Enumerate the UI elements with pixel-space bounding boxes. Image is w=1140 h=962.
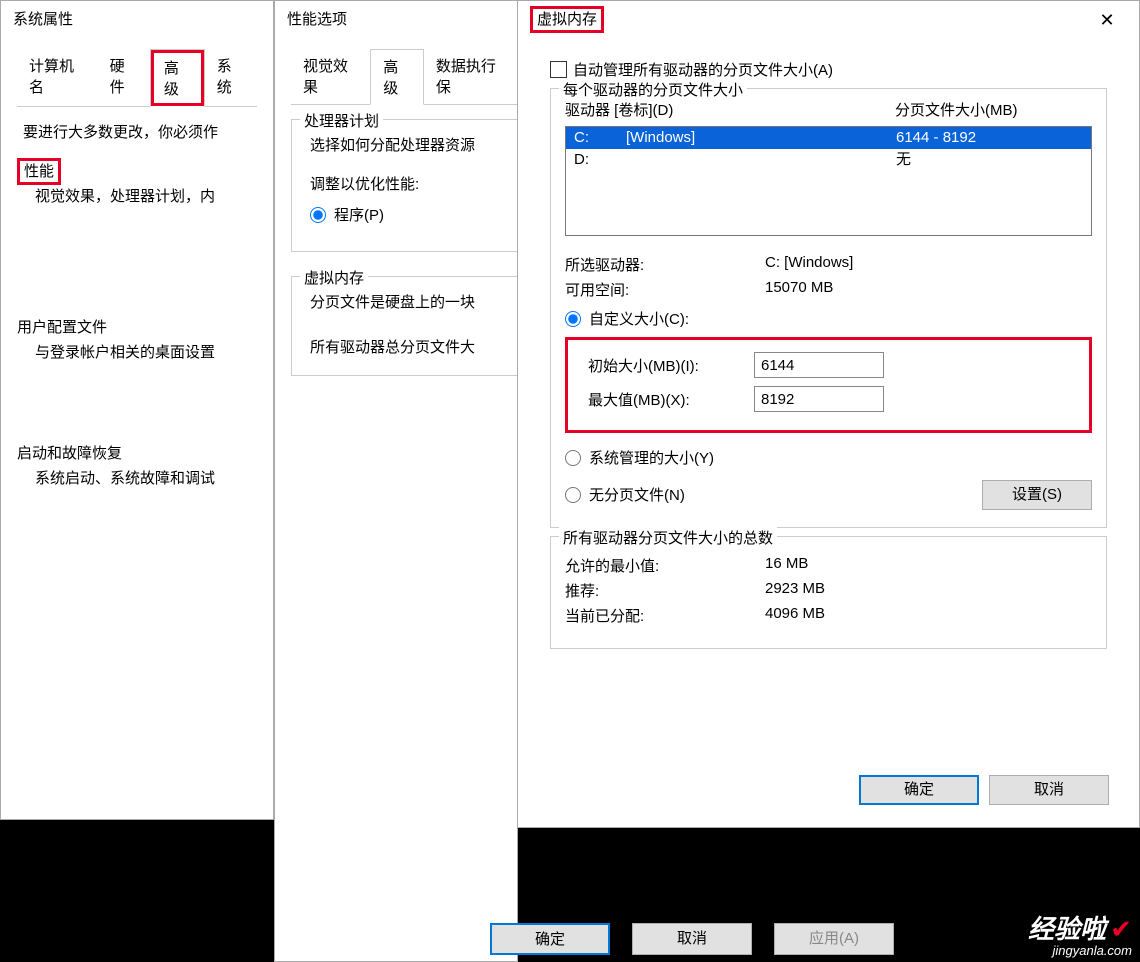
per-drive-legend: 每个驱动器的分页文件大小 xyxy=(559,79,747,100)
radio-custom[interactable]: 自定义大小(C): xyxy=(565,308,1092,329)
close-button[interactable]: ✕ xyxy=(1087,1,1127,39)
drive-letter: C: xyxy=(566,127,626,149)
tab-system[interactable]: 系统 xyxy=(205,49,257,106)
ok-button[interactable]: 确定 xyxy=(490,923,610,955)
radio-system[interactable]: 系统管理的大小(Y) xyxy=(565,447,1092,468)
max-size-label: 最大值(MB)(X): xyxy=(574,389,754,410)
drive-row-d[interactable]: D: 无 xyxy=(566,149,1091,171)
performance-section-title: 性能 xyxy=(17,158,61,185)
vm-section-title: 虚拟内存 xyxy=(300,267,368,288)
startup-desc: 系统启动、系统故障和调试 xyxy=(17,467,257,496)
cur-label: 当前已分配: xyxy=(565,605,765,626)
tabs: 视觉效果 高级 数据执行保 xyxy=(291,49,517,105)
initial-size-label: 初始大小(MB)(I): xyxy=(574,355,754,376)
auto-manage-label: 自动管理所有驱动器的分页文件大小(A) xyxy=(573,59,833,80)
drive-list[interactable]: C: [Windows] 6144 - 8192 D: 无 xyxy=(565,126,1092,236)
system-properties-dialog: 系统属性 计算机名 硬件 高级 系统 要进行大多数更改，你必须作 性能 视觉效果… xyxy=(0,0,274,820)
drive-letter: D: xyxy=(566,149,626,171)
selected-drive-label: 所选驱动器: xyxy=(565,254,765,275)
watermark: 经验啦 ✔ jingyanla.com xyxy=(1028,915,1132,958)
dialog-title-text: 虚拟内存 xyxy=(530,6,604,33)
vm-total-label: 所有驱动器总分页文件大 xyxy=(310,336,499,357)
radio-programs[interactable]: 程序(P) xyxy=(310,204,499,225)
col-drive-header: 驱动器 [卷标](D) xyxy=(565,99,895,120)
col-size-header: 分页文件大小(MB) xyxy=(895,99,1018,120)
drive-label xyxy=(626,149,896,171)
ok-button[interactable]: 确定 xyxy=(859,775,979,805)
dialog-title: 系统属性 xyxy=(1,1,273,39)
performance-options-dialog: 性能选项 视觉效果 高级 数据执行保 处理器计划 选择如何分配处理器资源 调整以… xyxy=(274,0,518,962)
profiles-desc: 与登录帐户相关的桌面设置 xyxy=(17,341,257,370)
check-icon: ✔ xyxy=(1110,914,1132,944)
min-value: 16 MB xyxy=(765,555,1092,576)
tabs: 计算机名 硬件 高级 系统 xyxy=(17,49,257,107)
radio-none[interactable]: 无分页文件(N) xyxy=(565,484,685,505)
apply-button[interactable]: 应用(A) xyxy=(774,923,894,955)
cancel-button[interactable]: 取消 xyxy=(989,775,1109,805)
intro-text: 要进行大多数更改，你必须作 xyxy=(23,121,257,142)
checkbox-icon xyxy=(550,61,567,78)
min-label: 允许的最小值: xyxy=(565,555,765,576)
free-space-value: 15070 MB xyxy=(765,279,1092,300)
profiles-section-title: 用户配置文件 xyxy=(17,316,257,337)
tab-advanced[interactable]: 高级 xyxy=(370,49,424,105)
vm-footer: 确定 取消 xyxy=(859,775,1109,805)
cur-value: 4096 MB xyxy=(765,605,1092,626)
vm-desc: 分页文件是硬盘上的一块 xyxy=(310,291,499,312)
tab-dep[interactable]: 数据执行保 xyxy=(424,49,517,104)
radio-custom-input[interactable] xyxy=(565,311,581,327)
tab-hardware[interactable]: 硬件 xyxy=(98,49,150,106)
drive-label: [Windows] xyxy=(626,127,896,149)
radio-system-input[interactable] xyxy=(565,450,581,466)
rec-value: 2923 MB xyxy=(765,580,1092,601)
dialog-title: 性能选项 xyxy=(275,1,517,39)
auto-manage-checkbox[interactable]: 自动管理所有驱动器的分页文件大小(A) xyxy=(550,59,1107,80)
adjust-label: 调整以优化性能: xyxy=(310,173,499,194)
performance-footer: 确定 取消 应用(A) xyxy=(490,916,894,962)
initial-size-input[interactable] xyxy=(754,352,884,378)
radio-none-input[interactable] xyxy=(565,487,581,503)
totals-legend: 所有驱动器分页文件大小的总数 xyxy=(559,527,777,548)
custom-size-box: 初始大小(MB)(I): 最大值(MB)(X): xyxy=(565,337,1092,433)
radio-programs-label: 程序(P) xyxy=(334,204,384,225)
radio-none-label: 无分页文件(N) xyxy=(589,484,685,505)
drive-size: 6144 - 8192 xyxy=(896,127,1091,149)
free-space-label: 可用空间: xyxy=(565,279,765,300)
startup-section-title: 启动和故障恢复 xyxy=(17,442,257,463)
virtual-memory-dialog: 虚拟内存 ✕ 自动管理所有驱动器的分页文件大小(A) 每个驱动器的分页文件大小 … xyxy=(517,0,1140,828)
processor-plan-title: 处理器计划 xyxy=(300,110,383,131)
performance-desc: 视觉效果，处理器计划，内 xyxy=(17,185,257,214)
drive-size: 无 xyxy=(896,149,1091,171)
dialog-title: 虚拟内存 ✕ xyxy=(518,1,1139,39)
radio-custom-label: 自定义大小(C): xyxy=(589,308,689,329)
tab-computer-name[interactable]: 计算机名 xyxy=(17,49,98,106)
tab-visual[interactable]: 视觉效果 xyxy=(291,49,370,104)
cancel-button[interactable]: 取消 xyxy=(632,923,752,955)
rec-label: 推荐: xyxy=(565,580,765,601)
max-size-input[interactable] xyxy=(754,386,884,412)
tab-advanced[interactable]: 高级 xyxy=(150,49,205,107)
set-button[interactable]: 设置(S) xyxy=(982,480,1092,510)
selected-drive-value: C: [Windows] xyxy=(765,254,1092,275)
radio-system-label: 系统管理的大小(Y) xyxy=(589,447,714,468)
drive-row-c[interactable]: C: [Windows] 6144 - 8192 xyxy=(566,127,1091,149)
processor-plan-desc: 选择如何分配处理器资源 xyxy=(310,134,499,155)
radio-programs-input[interactable] xyxy=(310,207,326,223)
